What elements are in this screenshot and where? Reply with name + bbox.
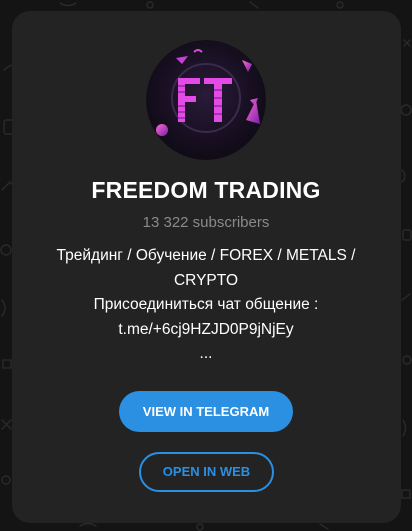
channel-avatar — [146, 40, 266, 160]
description-link[interactable]: t.me/+6cj9HZJD0P9jNjEy — [40, 318, 372, 343]
subscriber-count: 13 322 subscribers — [142, 214, 270, 231]
view-in-telegram-button[interactable]: VIEW IN TELEGRAM — [119, 391, 293, 432]
description-line: Присоединиться чат общение : — [93, 296, 319, 313]
description-line: Трейдинг / Обучение / FOREX / METALS / — [56, 247, 356, 264]
description-more: ... — [199, 345, 213, 362]
channel-description: Трейдинг / Обучение / FOREX / METALS / C… — [40, 244, 372, 367]
description-line: CRYPTO — [173, 271, 239, 289]
open-in-web-button[interactable]: OPEN IN WEB — [139, 452, 274, 492]
channel-title: FREEDOM TRADING — [91, 177, 321, 203]
